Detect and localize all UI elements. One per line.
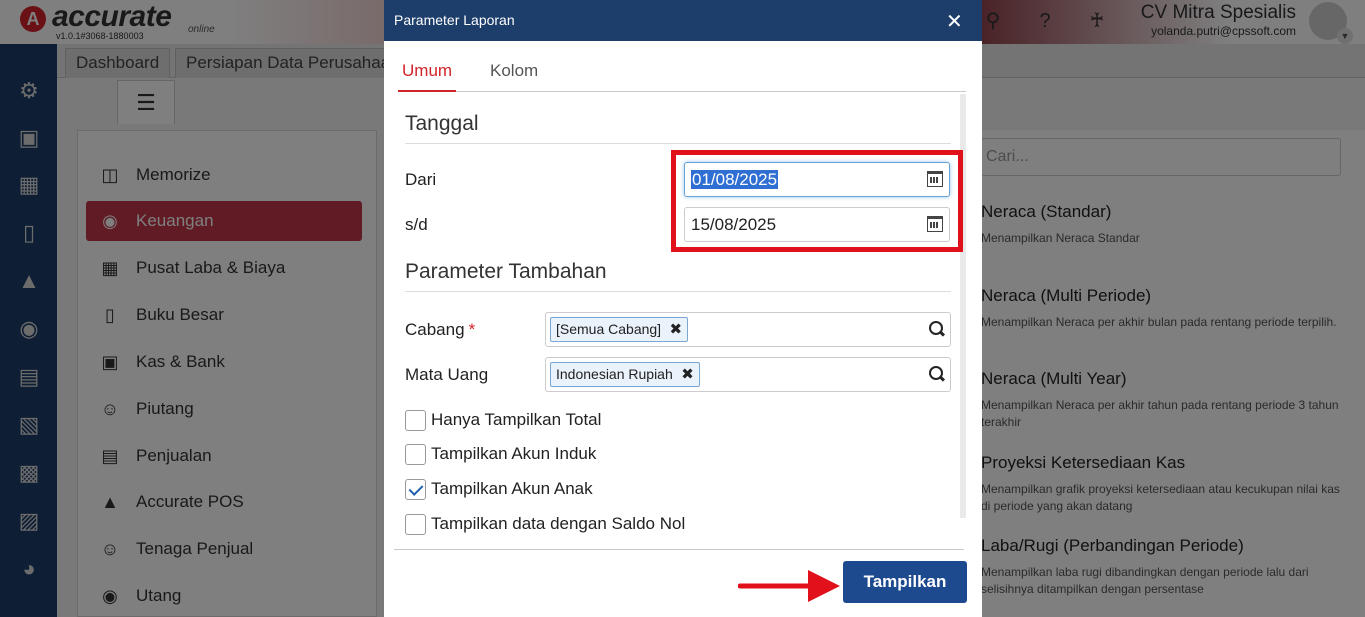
tag-indonesian-rupiah: Indonesian Rupiah ✖	[550, 362, 700, 387]
required-mark: *	[468, 320, 476, 339]
label-mata-uang: Mata Uang	[405, 365, 489, 384]
tag-label: Indonesian Rupiah	[556, 366, 673, 382]
check-label: Tampilkan Akun Anak	[431, 479, 593, 498]
search-icon[interactable]	[928, 365, 946, 383]
checkbox[interactable]	[405, 443, 426, 465]
dialog-title: Parameter Laporan	[394, 12, 515, 28]
label-cabang: Cabang *	[405, 320, 475, 340]
section-title-tanggal: Tanggal	[405, 112, 479, 135]
check-label: Tampilkan Akun Induk	[431, 444, 597, 463]
label-sd: s/d	[405, 215, 428, 234]
divider	[394, 549, 964, 550]
check-akun-induk[interactable]: Tampilkan Akun Induk	[405, 442, 596, 466]
tab-umum[interactable]: Umum	[398, 52, 457, 92]
cabang-select[interactable]: [Semua Cabang] ✖	[545, 312, 951, 347]
check-label: Tampilkan data dengan Saldo Nol	[431, 514, 686, 533]
check-saldo-nol[interactable]: Tampilkan data dengan Saldo Nol	[405, 512, 685, 536]
annotation-highlight-box	[671, 150, 963, 252]
annotation-arrow-icon	[738, 570, 840, 602]
label-cabang-text: Cabang	[405, 320, 465, 339]
parameter-laporan-dialog: Parameter Laporan ✕ Umum Kolom Tanggal D…	[384, 0, 982, 617]
search-icon[interactable]	[928, 320, 946, 338]
checkbox[interactable]	[405, 409, 426, 431]
divider	[405, 143, 951, 144]
remove-tag-icon[interactable]: ✖	[681, 363, 694, 386]
tab-kolom[interactable]: Kolom	[486, 52, 542, 92]
check-akun-anak[interactable]: Tampilkan Akun Anak	[405, 477, 593, 501]
mata-uang-select[interactable]: Indonesian Rupiah ✖	[545, 357, 951, 392]
close-icon[interactable]: ✕	[946, 9, 963, 34]
section-title-tambahan: Parameter Tambahan	[405, 260, 607, 283]
dialog-header: Parameter Laporan ✕	[384, 0, 982, 41]
tampilkan-button[interactable]: Tampilkan	[843, 561, 967, 603]
remove-tag-icon[interactable]: ✖	[670, 318, 683, 341]
checkbox-checked[interactable]	[405, 478, 426, 500]
divider	[405, 291, 951, 292]
check-label: Hanya Tampilkan Total	[431, 410, 602, 429]
checkbox[interactable]	[405, 513, 426, 535]
tag-label: [Semua Cabang]	[556, 321, 662, 337]
dialog-tabs: Umum Kolom	[398, 52, 966, 92]
label-dari: Dari	[405, 170, 437, 189]
check-hanya-total[interactable]: Hanya Tampilkan Total	[405, 408, 601, 432]
tag-semua-cabang: [Semua Cabang] ✖	[550, 317, 689, 342]
